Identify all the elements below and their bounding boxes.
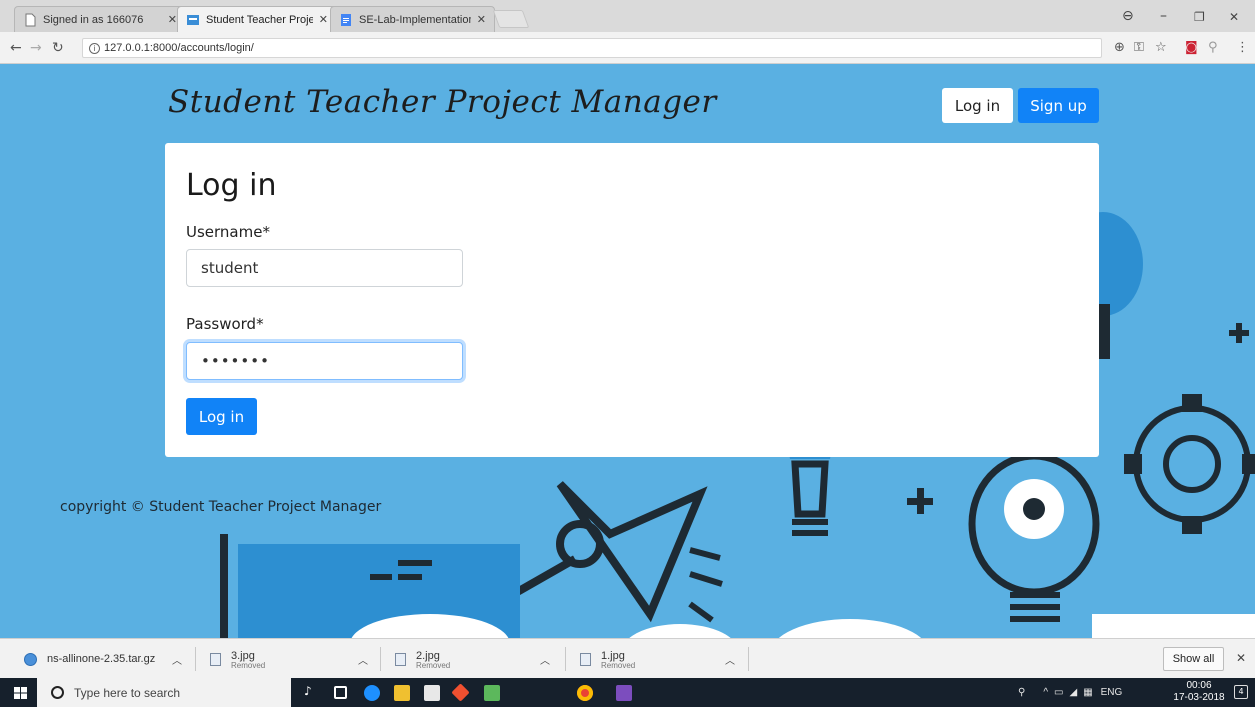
- download-shelf: ns-allinone-2.35.tar.gz ︿ 3.jpg Removed ︿…: [0, 638, 1255, 678]
- username-field[interactable]: student: [186, 249, 463, 287]
- chevron-up-icon[interactable]: ︿: [358, 652, 368, 667]
- divider: [748, 647, 749, 671]
- network-icon[interactable]: ◢: [1069, 687, 1077, 698]
- download-status: Removed: [601, 661, 636, 670]
- cortana-icon: [51, 686, 64, 699]
- notification-count: 4: [1238, 687, 1244, 696]
- password-label: Password*: [186, 315, 264, 333]
- browser-tab[interactable]: Signed in as 166076 ✕: [14, 6, 186, 32]
- url-input[interactable]: i 127.0.0.1:8000/accounts/login/: [82, 38, 1102, 58]
- clock-date: 17-03-2018: [1173, 692, 1225, 703]
- page-title: Log in: [186, 168, 277, 203]
- close-icon[interactable]: ✕: [477, 13, 486, 26]
- info-icon[interactable]: i: [89, 42, 100, 54]
- windows-start-icon[interactable]: [14, 687, 27, 699]
- download-item[interactable]: ns-allinone-2.35.tar.gz ︿: [24, 639, 182, 679]
- search-placeholder: Type here to search: [74, 685, 181, 700]
- browser-tab-title: SE-Lab-Implementation-: [359, 13, 471, 26]
- username-label: Username*: [186, 223, 270, 241]
- edge-file-icon: [24, 652, 37, 666]
- login-submit-button[interactable]: Log in: [186, 398, 257, 435]
- divider: [380, 647, 381, 671]
- gear-illustration: [1133, 405, 1251, 523]
- people-icon[interactable]: ⚲: [1018, 687, 1025, 698]
- page-viewport: Student Teacher Project Manager Log in S…: [0, 64, 1255, 638]
- download-item[interactable]: 2.jpg Removed ︿: [395, 639, 550, 679]
- login-card: Log in Username* student Password* •••••…: [165, 143, 1099, 457]
- reload-icon[interactable]: ↻: [52, 40, 64, 56]
- url-text: 127.0.0.1:8000/accounts/login/: [104, 42, 254, 54]
- chrome-icon[interactable]: [577, 685, 593, 701]
- language-indicator[interactable]: ENG: [1101, 687, 1123, 698]
- profile-icon[interactable]: ⊖: [1122, 8, 1134, 24]
- key-icon[interactable]: ⚿: [1134, 40, 1144, 55]
- taskbar-search-input[interactable]: Type here to search: [37, 678, 291, 707]
- chevron-up-icon[interactable]: ^: [1043, 687, 1048, 698]
- task-view-icon[interactable]: [334, 686, 347, 699]
- store-icon[interactable]: [424, 685, 440, 701]
- minimize-icon[interactable]: –: [1160, 8, 1167, 24]
- windows-taskbar: Type here to search ♪ ⚲ ^ ▭ ◢ ▦ ENG 00:0…: [0, 678, 1255, 707]
- document-icon: [25, 13, 36, 26]
- battery-icon[interactable]: ▭: [1054, 687, 1063, 698]
- close-icon[interactable]: ✕: [168, 13, 177, 26]
- edge-browser-icon[interactable]: [364, 685, 380, 701]
- lightbulb-gear-illustration: [968, 452, 1100, 622]
- close-icon[interactable]: ✕: [319, 13, 328, 26]
- google-docs-icon: [341, 13, 351, 26]
- git-icon[interactable]: [451, 683, 470, 702]
- browser-tab-active[interactable]: Student Teacher Project M ✕: [177, 6, 337, 32]
- download-item[interactable]: 3.jpg Removed ︿: [210, 639, 368, 679]
- notification-center-icon[interactable]: 4: [1234, 685, 1248, 699]
- system-tray: ⚲ ^ ▭ ◢ ▦ ENG: [1018, 678, 1122, 707]
- chevron-up-icon[interactable]: ︿: [172, 652, 182, 667]
- download-status: Removed: [231, 661, 266, 670]
- taskbar-clock[interactable]: 00:06 17-03-2018: [1168, 680, 1230, 704]
- image-file-icon: [395, 652, 406, 666]
- visual-studio-icon[interactable]: [616, 685, 632, 701]
- close-icon[interactable]: ✕: [1236, 651, 1246, 665]
- window-close-icon[interactable]: ✕: [1229, 10, 1239, 24]
- pocket-extension-icon[interactable]: ◙: [1185, 40, 1198, 55]
- photos-icon[interactable]: [484, 685, 500, 701]
- file-explorer-icon[interactable]: [394, 685, 410, 701]
- divider: [565, 647, 566, 671]
- chevron-up-icon[interactable]: ︿: [540, 652, 550, 667]
- image-file-icon: [580, 652, 591, 666]
- plus-icon: [907, 488, 933, 514]
- back-icon[interactable]: ←: [10, 40, 22, 56]
- chevron-up-icon[interactable]: ︿: [725, 652, 735, 667]
- new-tab-button[interactable]: [492, 10, 530, 28]
- keyboard-icon[interactable]: ▦: [1083, 687, 1092, 698]
- image-file-icon: [210, 652, 221, 666]
- show-all-button[interactable]: Show all: [1163, 647, 1224, 671]
- zoom-icon[interactable]: ⊕: [1114, 40, 1125, 55]
- microphone-icon[interactable]: ♪: [304, 684, 314, 700]
- divider: [195, 647, 196, 671]
- download-status: Removed: [416, 661, 451, 670]
- nav-login-button[interactable]: Log in: [942, 88, 1013, 123]
- nav-signup-button[interactable]: Sign up: [1018, 88, 1099, 123]
- plus-icon: [1229, 323, 1249, 343]
- extension-icon[interactable]: ⚲: [1208, 40, 1218, 55]
- download-filename: ns-allinone-2.35.tar.gz: [47, 653, 156, 665]
- browser-tab-title: Student Teacher Project M: [206, 13, 313, 26]
- address-bar-row: ← → ↻ i 127.0.0.1:8000/accounts/login/ ⊕…: [0, 32, 1255, 64]
- site-brand-title[interactable]: Student Teacher Project Manager: [168, 84, 717, 120]
- menu-icon[interactable]: ⋮: [1236, 40, 1249, 55]
- download-item[interactable]: 1.jpg Removed ︿: [580, 639, 735, 679]
- bookmark-star-icon[interactable]: ☆: [1155, 40, 1167, 55]
- browser-tab[interactable]: SE-Lab-Implementation- ✕: [330, 6, 495, 32]
- clock-time: 00:06: [1186, 680, 1212, 691]
- site-favicon-icon: [187, 14, 199, 25]
- browser-tab-title: Signed in as 166076: [43, 13, 144, 26]
- browser-tab-strip: Signed in as 166076 ✕ Student Teacher Pr…: [0, 0, 1255, 32]
- password-field[interactable]: •••••••: [186, 342, 463, 380]
- footer-copyright: copyright © Student Teacher Project Mana…: [60, 499, 382, 515]
- restore-icon[interactable]: ❐: [1194, 10, 1205, 24]
- forward-icon[interactable]: →: [30, 40, 42, 56]
